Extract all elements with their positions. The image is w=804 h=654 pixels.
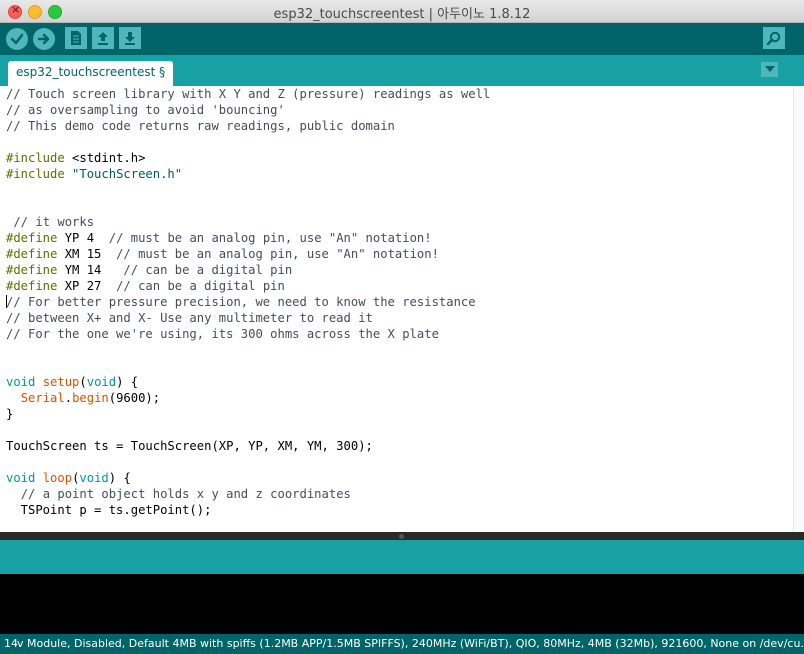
code-line[interactable]: // For the one we're using, its 300 ohms… [6, 326, 804, 342]
upload-button[interactable] [33, 28, 55, 50]
tab-menu-button[interactable] [761, 62, 778, 77]
code-line[interactable]: // as oversampling to avoid 'bouncing' [6, 102, 804, 118]
arrow-right-icon [37, 33, 50, 45]
check-icon [10, 33, 24, 45]
open-sketch-button[interactable] [92, 27, 114, 49]
chevron-down-icon [764, 66, 775, 72]
code-line[interactable]: #define YM 14 // can be a digital pin [6, 262, 804, 278]
code-line[interactable]: } [6, 406, 804, 422]
serial-monitor-button[interactable] [763, 27, 785, 49]
toolbar [0, 23, 804, 55]
code-line[interactable]: #define XP 27 // can be a digital pin [6, 278, 804, 294]
divider-grip[interactable] [399, 534, 404, 539]
window-title: esp32_touchscreentest | 아두이노 1.8.12 [273, 7, 531, 22]
code-line[interactable]: // a point object holds x y and z coordi… [6, 486, 804, 502]
code-editor[interactable]: // Touch screen library with X Y and Z (… [0, 86, 804, 532]
code-line[interactable] [6, 422, 804, 438]
document-icon [71, 31, 81, 45]
code-line[interactable]: // Touch screen library with X Y and Z (… [6, 86, 804, 102]
code-line[interactable]: Serial.begin(9600); [6, 390, 804, 406]
arrow-up-icon [98, 32, 108, 45]
title-bar: esp32_touchscreentest | 아두이노 1.8.12 [0, 0, 804, 23]
tab-esp32-touchscreentest[interactable]: esp32_touchscreentest § [8, 61, 174, 86]
arrow-down-icon [125, 32, 135, 45]
code-line[interactable] [6, 182, 804, 198]
code-text[interactable]: // Touch screen library with X Y and Z (… [0, 86, 804, 518]
code-line[interactable]: TSPoint p = ts.getPoint(); [6, 502, 804, 518]
console-output[interactable] [0, 574, 804, 634]
code-line[interactable]: #define YP 4 // must be an analog pin, u… [6, 230, 804, 246]
code-line[interactable]: void setup(void) { [6, 374, 804, 390]
editor-scrollbar[interactable] [793, 86, 804, 532]
code-line[interactable] [6, 454, 804, 470]
code-line[interactable] [6, 198, 804, 214]
code-line[interactable]: #define XM 15 // must be an analog pin, … [6, 246, 804, 262]
board-info-bar: 14 v Module, Disabled, Default 4MB with … [0, 634, 804, 654]
code-line[interactable]: // For better pressure precision, we nee… [6, 294, 804, 310]
code-line[interactable]: void loop(void) { [6, 470, 804, 486]
tab-bar: esp32_touchscreentest § [0, 55, 804, 86]
verify-button[interactable] [6, 28, 28, 50]
board-info-text: v Module, Disabled, Default 4MB with spi… [17, 637, 804, 650]
code-line[interactable] [6, 342, 804, 358]
save-sketch-button[interactable] [119, 27, 141, 49]
code-line[interactable]: TouchScreen ts = TouchScreen(XP, YP, XM,… [6, 438, 804, 454]
new-sketch-button[interactable] [65, 27, 87, 49]
code-line[interactable]: // it works [6, 214, 804, 230]
line-number: 14 [4, 637, 18, 650]
code-line[interactable]: // This demo code returns raw readings, … [6, 118, 804, 134]
magnifier-icon [766, 31, 781, 46]
code-line[interactable] [6, 358, 804, 374]
code-line[interactable]: #include "TouchScreen.h" [6, 166, 804, 182]
code-line[interactable]: #include <stdint.h> [6, 150, 804, 166]
panel-divider[interactable] [0, 532, 804, 540]
code-line[interactable] [6, 134, 804, 150]
code-line[interactable]: // between X+ and X- Use any multimeter … [6, 310, 804, 326]
status-bar [0, 540, 804, 574]
